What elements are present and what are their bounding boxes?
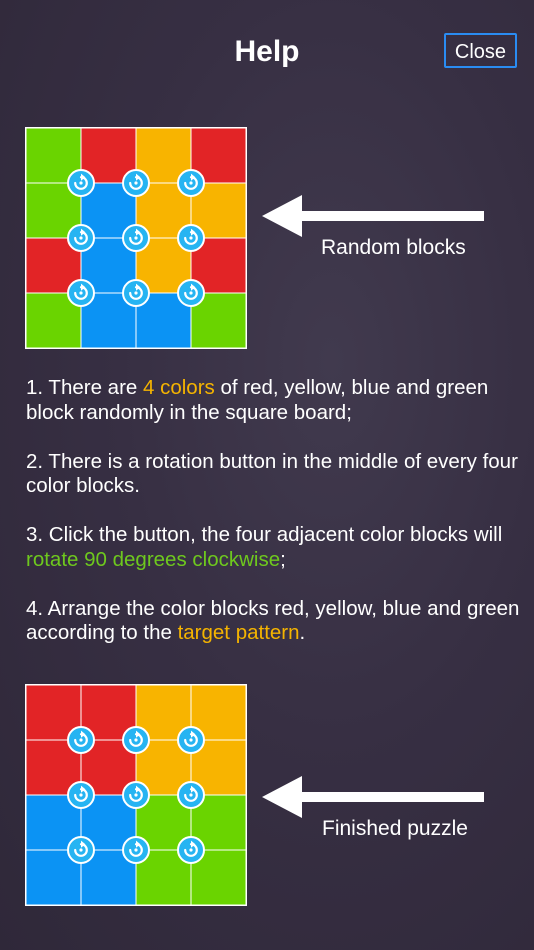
arrow-left-icon [262, 195, 484, 237]
rotate-button[interactable] [67, 169, 95, 197]
instruction-text: ; [280, 547, 286, 571]
rotate-clockwise-icon [74, 283, 88, 300]
instruction-step: 3. Click the button, the four adjacent c… [26, 523, 526, 572]
random-blocks-board [25, 127, 247, 349]
rotate-clockwise-icon [184, 840, 198, 857]
instruction-step: 1. There are 4 colors of red, yellow, bl… [26, 376, 526, 425]
rotate-button[interactable] [177, 224, 205, 252]
instruction-text: 1. There are [26, 376, 143, 399]
rotate-button[interactable] [67, 279, 95, 307]
rotate-clockwise-icon [74, 785, 88, 802]
highlight-text: rotate 90 degrees clockwise [26, 547, 281, 571]
rotate-clockwise-icon [129, 283, 143, 300]
rotate-clockwise-icon [74, 173, 88, 190]
rotate-button[interactable] [122, 836, 150, 864]
rotate-button[interactable] [67, 836, 95, 864]
rotate-button[interactable] [67, 726, 95, 754]
rotate-button[interactable] [177, 169, 205, 197]
rotate-clockwise-icon [74, 228, 88, 245]
rotate-clockwise-icon [74, 730, 88, 747]
instructions: 1. There are 4 colors of red, yellow, bl… [26, 376, 526, 670]
rotate-clockwise-icon [129, 228, 143, 245]
rotate-clockwise-icon [184, 730, 198, 747]
rotate-button[interactable] [122, 224, 150, 252]
rotate-clockwise-icon [184, 173, 198, 190]
rotate-button[interactable] [177, 279, 205, 307]
instruction-step: 4. Arrange the color blocks red, yellow,… [26, 597, 526, 646]
rotate-clockwise-icon [129, 173, 143, 190]
rotate-button[interactable] [67, 781, 95, 809]
random-blocks-caption: Random blocks [321, 236, 466, 259]
instruction-text: . [299, 621, 306, 644]
finished-puzzle-board [25, 684, 247, 906]
rotate-button[interactable] [122, 726, 150, 754]
rotate-clockwise-icon [184, 785, 198, 802]
rotate-clockwise-icon [129, 785, 143, 802]
rotate-clockwise-icon [129, 730, 143, 747]
instruction-text: 2. There is a rotation button in the mid… [26, 449, 518, 498]
finished-puzzle-caption: Finished puzzle [322, 817, 468, 840]
rotate-button[interactable] [177, 836, 205, 864]
rotate-button[interactable] [177, 726, 205, 754]
close-button[interactable]: Close [444, 33, 517, 68]
arrow-left-icon [262, 776, 484, 818]
rotate-button[interactable] [122, 781, 150, 809]
rotate-clockwise-icon [74, 840, 88, 857]
rotate-clockwise-icon [129, 840, 143, 857]
rotate-clockwise-icon [184, 228, 198, 245]
instruction-step: 2. There is a rotation button in the mid… [26, 450, 526, 499]
rotate-button[interactable] [122, 169, 150, 197]
highlight-text: target pattern [177, 621, 300, 644]
rotate-clockwise-icon [184, 283, 198, 300]
rotate-button[interactable] [177, 781, 205, 809]
rotate-button[interactable] [122, 279, 150, 307]
instruction-text: 3. Click the button, the four adjacent c… [26, 523, 503, 546]
highlight-text: 4 colors [143, 376, 215, 399]
rotate-button[interactable] [67, 224, 95, 252]
